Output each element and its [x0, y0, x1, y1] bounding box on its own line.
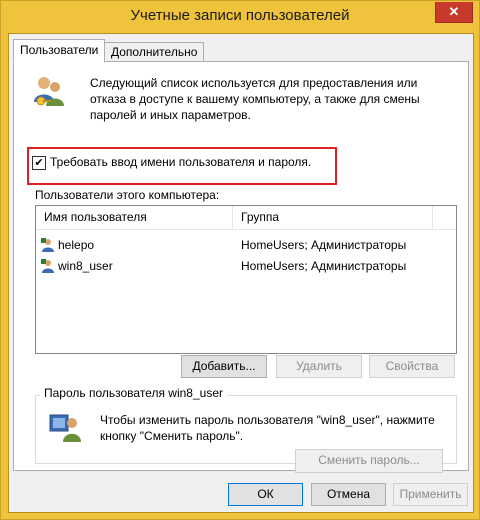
title-bar[interactable]: Учетные записи пользователей ✕ [1, 1, 479, 34]
password-groupbox-title: Пароль пользователя win8_user [40, 386, 227, 400]
user-group-cell: HomeUsers; Администраторы [241, 238, 407, 252]
password-help-text: Чтобы изменить пароль пользователя "win8… [100, 413, 435, 443]
change-password-button[interactable]: Сменить пароль... [295, 449, 443, 473]
remove-user-button[interactable]: Удалить [276, 355, 362, 378]
user-password-icon [49, 414, 81, 442]
cancel-button[interactable]: Отмена [311, 483, 386, 506]
users-tab-panel: Следующий список используется для предос… [13, 61, 469, 473]
apply-button[interactable]: Применить [393, 483, 468, 506]
dialog-client-area: Пользователи Дополнительно Следующий спи… [8, 33, 474, 513]
require-login-checkbox[interactable]: ✔ [32, 156, 46, 170]
add-user-button[interactable]: Добавить... [181, 355, 267, 378]
column-header-username[interactable]: Имя пользователя [36, 206, 233, 229]
user-icon [41, 259, 54, 273]
close-button[interactable]: ✕ [435, 2, 473, 23]
user-group-cell: HomeUsers; Администраторы [241, 259, 407, 273]
user-icon [41, 238, 54, 252]
user-name-cell: win8_user [58, 259, 113, 273]
column-header-group[interactable]: Группа [233, 206, 433, 229]
dialog-window: Учетные записи пользователей ✕ Пользоват… [0, 0, 480, 520]
window-title: Учетные записи пользователей [130, 7, 350, 24]
require-login-label[interactable]: Требовать ввод имени пользователя и паро… [50, 155, 311, 169]
tab-advanced[interactable]: Дополнительно [104, 42, 205, 62]
table-row[interactable]: win8_user HomeUsers; Администраторы [36, 256, 456, 276]
users-list-label: Пользователи этого компьютера: [35, 188, 220, 202]
properties-button[interactable]: Свойства [369, 355, 455, 378]
table-row[interactable]: helepo HomeUsers; Администраторы [36, 235, 456, 255]
intro-text: Следующий список используется для предос… [90, 76, 420, 122]
ok-button[interactable]: ОК [228, 483, 303, 506]
users-listview[interactable]: Имя пользователя Группа helepo HomeUsers… [35, 205, 457, 354]
tab-users[interactable]: Пользователи [13, 39, 106, 63]
listview-header: Имя пользователя Группа [36, 206, 456, 230]
user-name-cell: helepo [58, 238, 95, 252]
users-icon [34, 77, 64, 106]
